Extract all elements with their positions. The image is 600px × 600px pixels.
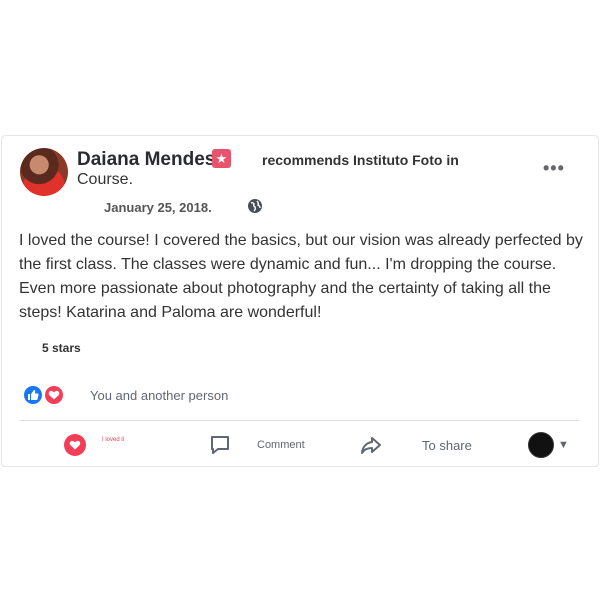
- rating-text: 5 stars: [42, 341, 81, 355]
- reactions-summary[interactable]: You and another person: [90, 388, 228, 403]
- comment-button-label: Comment: [257, 439, 305, 451]
- account-switcher[interactable]: ▼: [528, 430, 569, 460]
- course-text: Course.: [77, 171, 134, 188]
- comment-icon: [211, 436, 229, 454]
- post-date[interactable]: January 25, 2018.: [104, 200, 212, 215]
- share-button-label: To share: [422, 437, 472, 453]
- love-react-icon: [64, 434, 86, 456]
- author-name[interactable]: Daiana Mendes: [77, 149, 215, 171]
- comment-button[interactable]: Comment: [209, 430, 305, 460]
- like-icon: [22, 384, 44, 406]
- post-paragraph: Even more passionate about photography a…: [19, 280, 551, 321]
- post-body: I loved the course! I covered the basics…: [19, 229, 584, 325]
- more-options-icon[interactable]: •••: [543, 158, 565, 179]
- share-icon: [361, 437, 381, 454]
- recommend-badge-icon: ★: [212, 149, 231, 168]
- post-paragraph: I loved the course! I covered the basics…: [19, 232, 583, 273]
- share-button[interactable]: To share: [360, 430, 472, 460]
- globe-icon: [248, 199, 262, 213]
- love-button-label: I loved it: [102, 437, 125, 443]
- caret-down-icon: ▼: [558, 439, 569, 451]
- recommends-text: recommends Instituto Foto in: [262, 152, 459, 168]
- divider: [20, 420, 579, 421]
- author-avatar[interactable]: [20, 148, 68, 196]
- love-button[interactable]: I loved it: [64, 430, 124, 460]
- love-icon: [43, 384, 65, 406]
- reaction-icons[interactable]: [22, 384, 68, 406]
- account-avatar: [528, 432, 554, 458]
